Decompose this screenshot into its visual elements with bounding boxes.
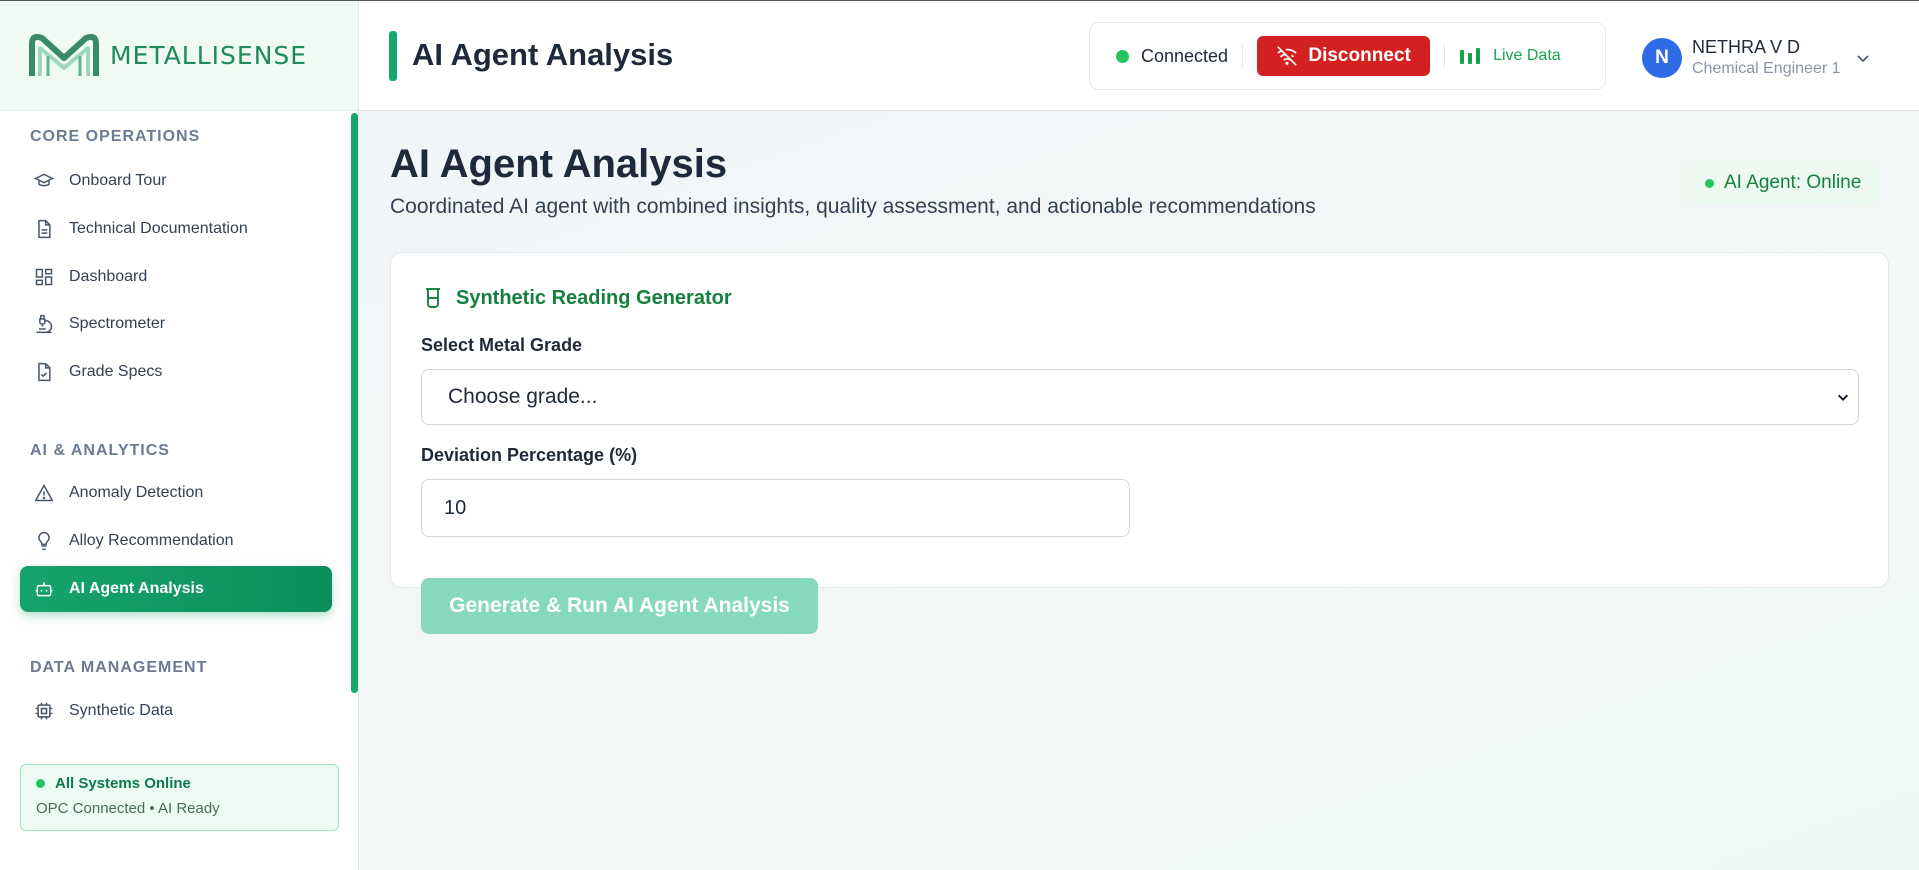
divider [1444,43,1446,69]
chevron-down-icon [1837,394,1849,401]
sidebar-item-ai-agent-analysis[interactable]: AI Agent Analysis [20,566,332,612]
sidebar-item-anomaly-detection[interactable]: Anomaly Detection [20,470,332,516]
live-data-indicator: Live Data [1459,47,1561,65]
disconnect-label: Disconnect [1308,45,1411,66]
card-title-label: Synthetic Reading Generator [456,286,732,309]
warning-triangle-icon [33,482,55,504]
system-status-panel: All Systems Online OPC Connected • AI Re… [20,764,339,831]
grade-selected-value: Choose grade... [448,385,598,408]
synthetic-reading-card: Synthetic Reading Generator Select Metal… [390,252,1889,634]
user-menu[interactable]: N NETHRA V D Chemical Engineer 1 [1642,37,1871,78]
user-name: NETHRA V D [1692,37,1801,57]
agent-status-badge: AI Agent: Online [1685,161,1882,205]
deviation-input[interactable] [421,479,1130,537]
page-title: AI Agent Analysis [390,142,728,186]
signal-bars-icon [1460,48,1481,64]
deviation-label: Deviation Percentage (%) [421,445,638,465]
sidebar: METALLISENSE CORE OPERATIONS Onboard Tou… [0,1,359,870]
system-status-title: All Systems Online [55,775,191,792]
top-header: AI Agent Analysis Connected Disconnect L… [359,1,1919,111]
sidebar-item-label: Anomaly Detection [69,484,204,501]
sidebar-item-label: Alloy Recommendation [69,532,234,549]
sidebar-item-technical-documentation[interactable]: Technical Documentation [20,206,332,252]
grade-label: Select Metal Grade [421,335,583,355]
sidebar-item-label: AI Agent Analysis [69,580,204,597]
sidebar-item-dashboard[interactable]: Dashboard [20,254,332,300]
graduation-cap-icon [33,170,55,192]
metal-grade-select[interactable]: Choose grade... [421,369,1859,425]
sidebar-item-label: Grade Specs [69,363,163,380]
page-subtitle: Coordinated AI agent with combined insig… [390,195,1316,218]
sidebar-item-grade-specs[interactable]: Grade Specs [20,349,332,395]
header-title: AI Agent Analysis [412,37,674,72]
microscope-icon [33,313,55,335]
header-accent-bar [389,31,397,81]
sidebar-scrollbar[interactable] [351,113,358,693]
live-data-label: Live Data [1493,47,1561,64]
file-check-icon [33,361,55,383]
sidebar-item-label: Dashboard [69,268,148,285]
sidebar-item-label: Spectrometer [69,315,166,332]
sidebar-item-spectrometer[interactable]: Spectrometer [20,301,332,347]
sidebar-item-label: Synthetic Data [69,702,174,719]
lightbulb-icon [33,530,55,552]
connection-status-label: Connected [1141,45,1229,66]
document-icon [33,218,55,240]
chip-icon [33,700,55,722]
agent-status-label: AI Agent: Online [1724,172,1862,193]
status-dot-icon [36,779,45,788]
user-role: Chemical Engineer 1 [1692,60,1841,77]
online-dot-icon [1705,178,1714,188]
connection-status: Connected [1116,46,1228,67]
brand-name: METALLISENSE [110,41,308,70]
robot-icon [33,578,55,600]
connection-panel: Connected Disconnect Live Data [1089,22,1606,90]
wifi-off-icon [1277,46,1298,66]
system-status-detail: OPC Connected • AI Ready [36,800,220,817]
divider [1242,43,1244,69]
beaker-icon [426,288,440,308]
section-title-core: CORE OPERATIONS [30,128,201,145]
chevron-down-icon [1856,54,1869,62]
metallisense-logo-icon [29,33,99,76]
dashboard-grid-icon [33,266,55,288]
sidebar-item-label: Technical Documentation [69,220,248,237]
sidebar-nav: CORE OPERATIONS Onboard Tour Technical D… [0,111,351,743]
sidebar-item-label: Onboard Tour [69,172,167,189]
sidebar-item-onboard-tour[interactable]: Onboard Tour [20,158,332,204]
generate-run-analysis-button[interactable]: Generate & Run AI Agent Analysis [421,578,818,634]
main-content: AI Agent Analysis Coordinated AI agent w… [359,111,1919,870]
section-title-data: DATA MANAGEMENT [30,659,208,676]
sidebar-item-synthetic-data[interactable]: Synthetic Data [20,688,332,734]
section-title-ai: AI & ANALYTICS [30,442,170,459]
connected-dot-icon [1116,49,1129,63]
card-title: Synthetic Reading Generator [421,286,732,310]
logo-area[interactable]: METALLISENSE [0,1,358,111]
sidebar-item-alloy-recommendation[interactable]: Alloy Recommendation [20,518,332,564]
avatar: N [1642,37,1682,78]
disconnect-button[interactable]: Disconnect [1257,36,1431,76]
